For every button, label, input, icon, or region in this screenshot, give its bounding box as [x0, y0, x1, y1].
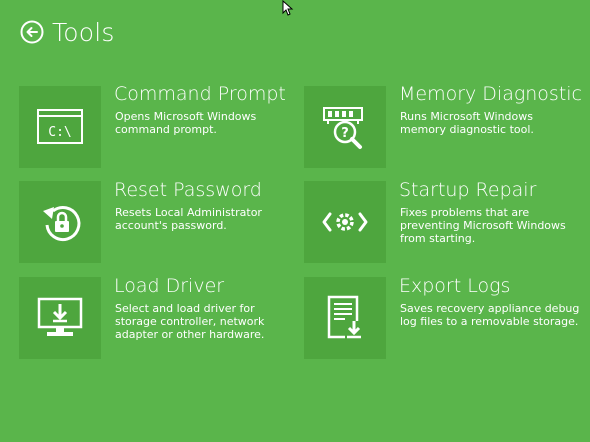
- startup-repair-icon: [322, 212, 368, 232]
- load-driver-description: Select and load driver for storage contr…: [115, 302, 265, 341]
- export-logs-tile[interactable]: [304, 277, 386, 359]
- page-title: Tools: [52, 17, 115, 47]
- command-prompt-icon: C:\: [37, 109, 83, 144]
- command-prompt-tile[interactable]: C:\: [19, 86, 101, 168]
- back-arrow-circle-icon[interactable]: [20, 20, 44, 44]
- mouse-cursor-icon: [282, 0, 294, 16]
- load-driver-title[interactable]: Load Driver: [114, 275, 224, 297]
- reset-password-title[interactable]: Reset Password: [114, 179, 262, 201]
- export-logs-icon: [327, 295, 363, 339]
- reset-password-description: Resets Local Administrator account's pas…: [115, 206, 262, 232]
- command-prompt-description: Opens Microsoft Windows command prompt.: [115, 110, 257, 136]
- load-driver-icon: [37, 297, 83, 336]
- memory-diagnostic-description: Runs Microsoft Windows memory diagnostic…: [400, 110, 534, 136]
- memory-diagnostic-title[interactable]: Memory Diagnostic: [399, 83, 582, 105]
- memory-diagnostic-icon: ?: [323, 107, 363, 149]
- reset-password-icon: [43, 206, 81, 242]
- svg-text:?: ?: [341, 126, 349, 141]
- svg-text:C:\: C:\: [48, 125, 71, 140]
- load-driver-tile[interactable]: [19, 277, 101, 359]
- memory-diagnostic-tile[interactable]: ?: [304, 86, 386, 168]
- reset-password-tile[interactable]: [19, 181, 101, 263]
- export-logs-description: Saves recovery appliance debug log files…: [400, 302, 580, 328]
- export-logs-title[interactable]: Export Logs: [399, 275, 510, 297]
- command-prompt-title[interactable]: Command Prompt: [114, 83, 286, 105]
- startup-repair-title[interactable]: Startup Repair: [399, 179, 536, 201]
- startup-repair-description: Fixes problems that are preventing Micro…: [400, 206, 566, 245]
- startup-repair-tile[interactable]: [304, 181, 386, 263]
- page-header: Tools: [20, 14, 115, 50]
